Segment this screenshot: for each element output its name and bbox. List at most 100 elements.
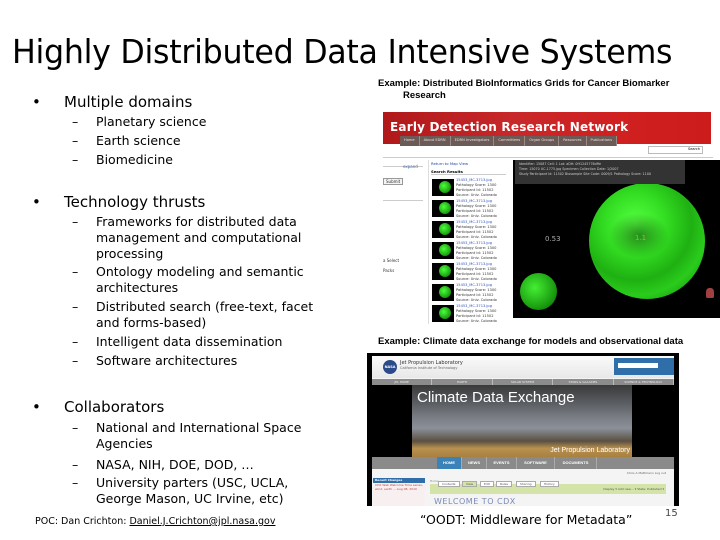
main-nav-software[interactable]: SOFTWARE bbox=[517, 457, 555, 469]
dash-glyph: – bbox=[72, 475, 79, 490]
search-result-item[interactable]: 15453_MC-3713.jpg Pathology Score: 1300 Pa… bbox=[432, 241, 508, 262]
slide-title: Highly Distributed Data Intensive System… bbox=[12, 32, 673, 71]
footer-title: “OODT: Middleware for Metadata” bbox=[420, 512, 633, 527]
bullet-label: Multiple domains bbox=[64, 93, 193, 111]
recent-changes-portlet: Recent Changes CDX Web Welcome Time seri… bbox=[373, 478, 425, 506]
dash-glyph: – bbox=[72, 264, 79, 279]
edrn-nav-item[interactable]: Resources bbox=[559, 136, 587, 146]
edrn-caption: Example: Distributed BioInformatics Grid… bbox=[378, 78, 669, 102]
bullet-glyph: • bbox=[32, 93, 41, 111]
dash-glyph: – bbox=[72, 299, 79, 314]
tab-history[interactable]: History bbox=[540, 481, 559, 487]
result-list: 15453_MC-3713.jpg Pathology Score: 1300 Pa… bbox=[429, 178, 508, 324]
main-nav-events[interactable]: EVENTS bbox=[487, 457, 517, 469]
search-result-item[interactable]: 15453_MC-3713.jpg Pathology Score: 1300 Pa… bbox=[432, 220, 508, 241]
result-thumbnail[interactable] bbox=[432, 284, 454, 301]
result-source: Source: Univ. Colorado bbox=[456, 256, 497, 260]
main-nav-home[interactable]: HOME bbox=[437, 457, 462, 469]
result-source: Source: Univ. Colorado bbox=[456, 214, 497, 218]
cdx-header: NASA Jet Propulsion Laboratory Californi… bbox=[372, 356, 674, 378]
dash-glyph: – bbox=[72, 133, 79, 148]
result-source: Source: Univ. Colorado bbox=[456, 298, 497, 302]
page-number: 15 bbox=[665, 508, 678, 519]
cdx-search-panel bbox=[614, 358, 674, 375]
poc-label: POC: Dan Crichton: bbox=[35, 516, 130, 527]
result-text: 15453_MC-3713.jpg Pathology Score: 1300 Pa… bbox=[456, 178, 508, 198]
climate-screenshot: NASA Jet Propulsion Laboratory Californi… bbox=[367, 353, 679, 506]
bullet-label: Technology thrusts bbox=[64, 193, 206, 211]
main-nav-news[interactable]: NEWS bbox=[462, 457, 487, 469]
dash-glyph: – bbox=[72, 152, 79, 167]
main-nav-documents[interactable]: DOCUMENTS bbox=[555, 457, 597, 469]
search-result-item[interactable]: 15453_MC-3713.jpg Pathology Score: 1300 Pa… bbox=[432, 304, 508, 324]
result-text: 15453_MC-3713.jpg Pathology Score: 1300 Pa… bbox=[456, 220, 508, 240]
tab-edit[interactable]: Edit bbox=[480, 481, 494, 487]
edrn-search-box[interactable]: Search bbox=[648, 146, 703, 154]
return-to-map-link[interactable]: Return to Map View bbox=[429, 161, 508, 166]
search-result-item[interactable]: 15453_MC-3713.jpg Pathology Score: 1300 Pa… bbox=[432, 283, 508, 304]
edrn-expand-link[interactable]: expand bbox=[403, 164, 418, 169]
bullet-glyph: • bbox=[32, 193, 41, 211]
edrn-left-label: Packs bbox=[383, 268, 395, 273]
result-text: 15453_MC-3713.jpg Pathology Score: 1300 Pa… bbox=[456, 304, 508, 324]
tab-view[interactable]: View bbox=[462, 481, 478, 487]
climate-caption: Example: Climate data exchange for model… bbox=[378, 336, 684, 347]
edrn-nav-item[interactable]: Committees bbox=[494, 136, 526, 146]
result-source: Source: Univ. Colorado bbox=[456, 193, 497, 197]
result-thumbnail[interactable] bbox=[432, 305, 454, 322]
edrn-nav-item[interactable]: Home bbox=[400, 136, 420, 146]
viewer-value-left: 0.53 bbox=[545, 235, 561, 243]
dash-glyph: – bbox=[72, 114, 79, 129]
specimen-image-small bbox=[520, 273, 557, 310]
viewer-info-line: Study Participant Id: 11502 Biosample Si… bbox=[519, 172, 651, 176]
viewer-value-right: 1.1 bbox=[635, 234, 647, 242]
edrn-nav-item[interactable]: About EDRN bbox=[419, 136, 451, 146]
divider bbox=[383, 200, 423, 201]
cdx-user-line[interactable]: Chris A Mattmann Log out bbox=[627, 471, 666, 475]
sub-bullet-text: NASA, NIH, DOE, DOD, … bbox=[96, 457, 254, 472]
sub-bullet-text: Distributed search (free-text, facet and… bbox=[96, 299, 314, 330]
dash-glyph: – bbox=[72, 353, 79, 368]
edrn-screenshot: Early Detection Research Network Home Ab… bbox=[383, 112, 720, 324]
edrn-submit-button[interactable]: Submit bbox=[383, 178, 404, 185]
cdx-content-tabs: Contents View Edit Rules Sharing History… bbox=[430, 481, 666, 494]
search-result-item[interactable]: 15453_MC-3713.jpg Pathology Score: 1300 Pa… bbox=[432, 178, 508, 199]
tab-sharing[interactable]: Sharing bbox=[516, 481, 536, 487]
edrn-caption-line1: Example: Distributed BioInformatics Grid… bbox=[378, 78, 670, 89]
edrn-nav-item[interactable]: EDRN Investigators bbox=[450, 136, 495, 146]
divider bbox=[383, 157, 713, 158]
tab-contents[interactable]: Contents bbox=[438, 481, 460, 487]
result-source: Source: Univ. Colorado bbox=[456, 235, 497, 239]
result-thumbnail[interactable] bbox=[432, 221, 454, 238]
sub-bullet-text: Intelligent data dissemination bbox=[96, 334, 283, 349]
edrn-search-button[interactable]: Search bbox=[688, 147, 700, 151]
dash-glyph: – bbox=[72, 457, 79, 472]
edrn-left-panel: expand Submit a Select Packs bbox=[383, 160, 425, 320]
cdx-banner: Climate Data Exchange Jet Propulsion Lab… bbox=[372, 385, 674, 457]
result-thumbnail[interactable] bbox=[432, 242, 454, 259]
result-text: 15453_MC-3713.jpg Pathology Score: 1300 Pa… bbox=[456, 262, 508, 282]
result-text: 15453_MC-3713.jpg Pathology Score: 1300 Pa… bbox=[456, 199, 508, 219]
tab-actions[interactable]: Display ▾ Add new… ▾ State: Published ▾ bbox=[603, 487, 664, 491]
edrn-nav-item[interactable]: Organ Groups bbox=[525, 136, 560, 146]
sub-bullet-text: Ontology modeling and semantic architect… bbox=[96, 264, 304, 295]
edrn-nav-item[interactable]: Publications bbox=[586, 136, 618, 146]
specimen-image-large bbox=[589, 183, 705, 299]
tab-rules[interactable]: Rules bbox=[496, 481, 513, 487]
result-thumbnail[interactable] bbox=[432, 179, 454, 196]
sub-bullet-text: Earth science bbox=[96, 133, 181, 148]
result-thumbnail[interactable] bbox=[432, 263, 454, 280]
result-thumbnail[interactable] bbox=[432, 200, 454, 217]
search-result-item[interactable]: 15453_MC-3713.jpg Pathology Score: 1300 Pa… bbox=[432, 199, 508, 220]
cdx-main-nav: HOME NEWS EVENTS SOFTWARE DOCUMENTS bbox=[372, 457, 674, 469]
cdx-page: NASA Jet Propulsion Laboratory Californi… bbox=[372, 356, 675, 506]
sub-bullet-text: National and International Space Agencie… bbox=[96, 420, 302, 451]
cdx-search-input[interactable] bbox=[618, 363, 658, 368]
viewer-info: Identifier: 15087 Cell: 1 Lot: aDH: 0H12… bbox=[515, 160, 685, 184]
results-header: Search Results bbox=[431, 169, 506, 175]
org-sub: California Institute of Technology bbox=[400, 366, 458, 370]
bullet-glyph: • bbox=[32, 398, 41, 416]
recent-changes-body[interactable]: CDX Web Welcome Time series, wind, earth… bbox=[373, 483, 425, 492]
poc-email-link[interactable]: Daniel.J.Crichton@jpl.nasa.gov bbox=[129, 516, 275, 527]
search-result-item[interactable]: 15453_MC-3713.jpg Pathology Score: 1300 Pa… bbox=[432, 262, 508, 283]
